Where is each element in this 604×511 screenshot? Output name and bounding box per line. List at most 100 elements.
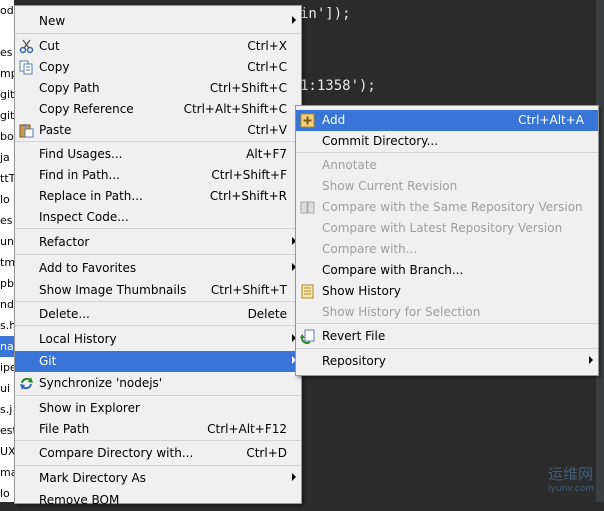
menu-item-label: Cut [39, 39, 60, 53]
submenu-arrow-icon [292, 473, 296, 481]
tree-item[interactable]: na [0, 336, 14, 357]
menu-item-label: Show History [322, 284, 401, 298]
menu-item-compare-directory-with[interactable]: Compare Directory with... Ctrl+D [15, 443, 301, 464]
menu-item-copy-reference[interactable]: Copy Reference Ctrl+Alt+Shift+C [15, 99, 301, 120]
tree-item[interactable]: est [0, 420, 14, 441]
menu-separator [15, 33, 301, 34]
scissors-icon [19, 39, 34, 54]
menu-item-repository[interactable]: Repository [296, 351, 598, 372]
menu-item-copy[interactable]: Copy Ctrl+C [15, 57, 301, 78]
menu-separator [296, 152, 598, 153]
menu-item-label: Copy Path [39, 81, 100, 95]
menu-item-refactor[interactable]: Refactor [15, 232, 301, 253]
menu-item-replace-in-path[interactable]: Replace in Path... Ctrl+Shift+R [15, 186, 301, 207]
menu-item-label: Repository [322, 354, 386, 368]
menu-item-copy-path[interactable]: Copy Path Ctrl+Shift+C [15, 78, 301, 99]
menu-separator [15, 254, 301, 255]
menu-item-label: Compare with Latest Repository Version [322, 221, 563, 235]
tree-item[interactable]: tm [0, 252, 14, 273]
tree-item[interactable]: s.j [0, 399, 14, 420]
tree-item[interactable]: odejs [0, 0, 14, 21]
menu-item-label: Copy Reference [39, 102, 134, 116]
sync-icon [19, 376, 34, 391]
menu-item-shortcut: Ctrl+D [246, 446, 287, 460]
menu-item-label: Add [322, 113, 346, 127]
menu-item-show-image-thumbnails[interactable]: Show Image Thumbnails Ctrl+Shift+T [15, 280, 301, 301]
tree-item[interactable]: lo [0, 189, 14, 210]
menu-item-label: Compare Directory with... [39, 446, 194, 460]
project-tree[interactable]: odejsesmpgitgitbojattTloesuntmpbnds.hnai… [0, 0, 14, 502]
menu-item-label: Show in Explorer [39, 401, 140, 415]
plus-icon [300, 113, 315, 128]
menu-item-git[interactable]: Git [15, 351, 301, 372]
tree-item[interactable]: nd [0, 294, 14, 315]
menu-item-label: Show Image Thumbnails [39, 283, 187, 297]
menu-item-revert-file[interactable]: Revert File [296, 326, 598, 347]
menu-item-commit-directory[interactable]: Commit Directory... [296, 131, 598, 152]
menu-item-annotate: Annotate [296, 155, 598, 176]
menu-separator [296, 323, 598, 324]
tree-item[interactable]: es [0, 210, 14, 231]
tree-item[interactable]: bo [0, 126, 14, 147]
watermark: 运维网 iyunv.com [548, 463, 594, 494]
tree-item[interactable]: ttT [0, 168, 14, 189]
git-submenu: Add Ctrl+Alt+A Commit Directory... Annotate… [295, 105, 599, 376]
menu-separator [15, 325, 301, 326]
menu-item-label: Revert File [322, 329, 386, 343]
tree-item[interactable]: es [0, 42, 14, 63]
tree-item[interactable]: lo [0, 483, 14, 502]
menu-item-new[interactable]: New [15, 11, 301, 32]
menu-item-inspect-code[interactable]: Inspect Code... [15, 207, 301, 228]
tree-item[interactable]: ja [0, 147, 14, 168]
menu-item-show-history[interactable]: Show History [296, 281, 598, 302]
menu-item-delete[interactable]: Delete... Delete [15, 304, 301, 325]
menu-item-shortcut: Delete [247, 307, 287, 321]
menu-separator [15, 141, 301, 142]
submenu-arrow-icon [589, 356, 593, 364]
menu-item-paste[interactable]: Paste Ctrl+V [15, 120, 301, 141]
tree-item[interactable]: un [0, 231, 14, 252]
menu-item-local-history[interactable]: Local History [15, 329, 301, 350]
menu-item-file-path[interactable]: File Path Ctrl+Alt+F12 [15, 419, 301, 440]
menu-item-show-history-for-selection: Show History for Selection [296, 302, 598, 323]
tree-item[interactable]: ipe [0, 357, 14, 378]
menu-item-add-to-favorites[interactable]: Add to Favorites [15, 258, 301, 279]
menu-separator [15, 301, 301, 302]
menu-item-label: Find in Path... [39, 168, 120, 182]
tree-item[interactable]: s.h [0, 315, 14, 336]
menu-item-mark-directory-as[interactable]: Mark Directory As [15, 468, 301, 489]
context-menu: New Cut Ctrl+X Copy Ctrl+C Copy Path Ctrl+Shif… [14, 5, 302, 507]
menu-item-label: Mark Directory As [39, 471, 146, 485]
menu-item-label: Paste [39, 123, 72, 137]
menu-item-label: Add to Favorites [39, 261, 137, 275]
tree-item[interactable]: mp [0, 63, 14, 84]
menu-item-remove-bom[interactable]: Remove BOM [15, 490, 301, 511]
menu-item-synchronize-nodejs[interactable]: Synchronize 'nodejs' [15, 373, 301, 394]
menu-item-shortcut: Ctrl+Alt+F12 [207, 422, 287, 436]
menu-item-find-usages[interactable]: Find Usages... Alt+F7 [15, 144, 301, 165]
tree-item[interactable]: git [0, 84, 14, 105]
menu-item-label: Show History for Selection [322, 305, 481, 319]
tree-item[interactable]: UX [0, 441, 14, 462]
history-icon [300, 284, 315, 299]
menu-item-find-in-path[interactable]: Find in Path... Ctrl+Shift+F [15, 165, 301, 186]
menu-item-shortcut: Ctrl+Shift+T [210, 283, 287, 297]
menu-item-add[interactable]: Add Ctrl+Alt+A [296, 110, 598, 131]
menu-item-cut[interactable]: Cut Ctrl+X [15, 36, 301, 57]
tree-item[interactable]: git [0, 105, 14, 126]
menu-item-show-in-explorer[interactable]: Show in Explorer [15, 398, 301, 419]
menu-item-shortcut: Ctrl+Alt+A [518, 113, 584, 127]
tree-item[interactable]: ma [0, 462, 14, 483]
menu-item-label: Delete... [39, 307, 90, 321]
tree-item[interactable] [0, 21, 14, 42]
menu-item-compare-with-branch[interactable]: Compare with Branch... [296, 260, 598, 281]
menu-separator [15, 395, 301, 396]
menu-item-label: Compare with the Same Repository Version [322, 200, 583, 214]
tree-item[interactable]: pb [0, 273, 14, 294]
menu-item-label: New [39, 14, 66, 28]
tree-item[interactable]: ui [0, 378, 14, 399]
menu-item-shortcut: Ctrl+C [247, 60, 287, 74]
menu-item-label: Synchronize 'nodejs' [39, 376, 163, 390]
menu-item-shortcut: Ctrl+V [247, 123, 287, 137]
watermark-subtitle: iyunv.com [548, 484, 594, 494]
